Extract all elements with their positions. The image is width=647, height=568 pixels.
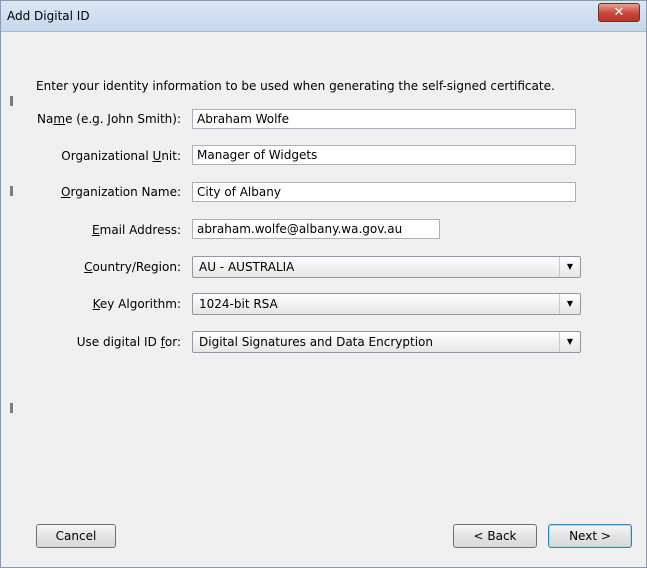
org-unit-field[interactable]: Manager of Widgets bbox=[192, 145, 576, 165]
title-bar: Add Digital ID ✕ bbox=[1, 1, 646, 32]
use-for-value: Digital Signatures and Data Encryption bbox=[199, 335, 433, 349]
edge-mark bbox=[10, 96, 13, 106]
country-select[interactable]: AU - AUSTRALIA ▼ bbox=[192, 256, 581, 278]
chevron-down-icon: ▼ bbox=[559, 294, 580, 314]
key-algorithm-label: Key Algorithm: bbox=[92, 297, 181, 311]
name-field[interactable]: Abraham Wolfe bbox=[192, 109, 576, 129]
chevron-down-icon: ▼ bbox=[559, 257, 580, 277]
org-unit-label: Organizational Unit: bbox=[61, 149, 181, 163]
edge-mark bbox=[10, 186, 13, 196]
window-title: Add Digital ID bbox=[7, 9, 90, 23]
email-field[interactable]: abraham.wolfe@albany.wa.gov.au bbox=[192, 219, 440, 239]
key-algorithm-select[interactable]: 1024-bit RSA ▼ bbox=[192, 293, 581, 315]
cancel-button[interactable]: Cancel bbox=[36, 524, 116, 548]
use-for-select[interactable]: Digital Signatures and Data Encryption ▼ bbox=[192, 331, 581, 353]
close-button[interactable]: ✕ bbox=[598, 3, 640, 22]
org-name-label: Organization Name: bbox=[61, 185, 181, 199]
add-digital-id-dialog: Add Digital ID ✕ Enter your identity inf… bbox=[0, 0, 647, 568]
key-algorithm-value: 1024-bit RSA bbox=[199, 297, 278, 311]
org-name-field[interactable]: City of Albany bbox=[192, 182, 576, 202]
use-for-label: Use digital ID for: bbox=[76, 335, 181, 349]
chevron-down-icon: ▼ bbox=[559, 332, 580, 352]
next-button[interactable]: Next > bbox=[548, 524, 632, 548]
close-icon: ✕ bbox=[613, 5, 625, 20]
back-button[interactable]: < Back bbox=[453, 524, 537, 548]
email-label: Email Address: bbox=[92, 223, 181, 237]
country-value: AU - AUSTRALIA bbox=[199, 260, 295, 274]
intro-text: Enter your identity information to be us… bbox=[36, 79, 555, 93]
name-label: Name (e.g. John Smith): bbox=[37, 112, 181, 126]
country-label: Country/Region: bbox=[84, 260, 181, 274]
edge-mark bbox=[10, 403, 13, 413]
